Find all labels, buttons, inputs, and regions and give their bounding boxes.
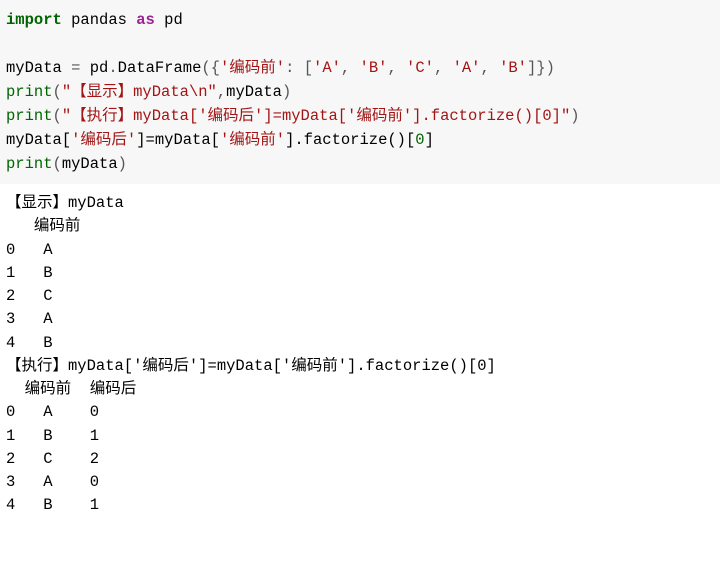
var-arg: myData — [62, 155, 118, 173]
index-zero: 0 — [415, 131, 424, 149]
assignment-lhs: myData[ — [6, 131, 71, 149]
output-line: 0 A — [6, 241, 53, 259]
dataframe-call: DataFrame — [118, 59, 202, 77]
paren-open: ( — [53, 83, 62, 101]
output-line: 4 B — [6, 334, 53, 352]
output-line: 2 C — [6, 287, 53, 305]
comma: , — [341, 59, 360, 77]
close-brace: ]}) — [527, 59, 555, 77]
print-call: print — [6, 107, 53, 125]
list-item: 'B' — [499, 59, 527, 77]
paren-close: ) — [282, 83, 291, 101]
factorize-call: ].factorize()[ — [285, 131, 415, 149]
output-line: 3 A — [6, 310, 53, 328]
key-str: '编码后' — [71, 131, 136, 149]
output-line: 4 B 1 — [6, 496, 99, 514]
list-item: 'A' — [313, 59, 341, 77]
dict-key: '编码前' — [220, 59, 285, 77]
output-line: 3 A 0 — [6, 473, 99, 491]
comma: , — [434, 59, 453, 77]
output-line: 编码前 编码后 — [6, 380, 136, 398]
output-cell: 【显示】myData 编码前 0 A 1 B 2 C 3 A 4 B 【执行】m… — [0, 184, 720, 530]
keyword-import: import — [6, 11, 62, 29]
comma: , — [217, 83, 226, 101]
code-cell: import pandas as pd myData = pd.DataFram… — [0, 0, 720, 184]
string-arg: "【执行】myData['编码后']=myData['编码前'].factori… — [62, 107, 570, 125]
var-mydata: myData — [6, 59, 62, 77]
string-arg: "【显示】myData\n" — [62, 83, 217, 101]
assignment-mid: ]=myData[ — [136, 131, 220, 149]
output-line: 【执行】myData['编码后']=myData['编码前'].factoriz… — [6, 357, 496, 375]
module-name: pandas — [71, 11, 127, 29]
output-line: 2 C 2 — [6, 450, 99, 468]
output-line: 1 B 1 — [6, 427, 99, 445]
open-brace: ({ — [201, 59, 220, 77]
output-line: 编码前 — [6, 217, 80, 235]
print-call: print — [6, 83, 53, 101]
paren-open: ( — [53, 155, 62, 173]
list-item: 'B' — [360, 59, 388, 77]
output-line: 0 A 0 — [6, 403, 99, 421]
dot-op: . — [108, 59, 117, 77]
paren-close: ) — [570, 107, 579, 125]
comma: , — [387, 59, 406, 77]
colon: : [ — [285, 59, 313, 77]
paren-open: ( — [53, 107, 62, 125]
paren-close: ) — [118, 155, 127, 173]
key-str: '编码前' — [220, 131, 285, 149]
list-item: 'C' — [406, 59, 434, 77]
output-line: 1 B — [6, 264, 53, 282]
keyword-as: as — [136, 11, 155, 29]
output-line: 【显示】myData — [6, 194, 124, 212]
alias-name: pd — [164, 11, 183, 29]
pd-ref: pd — [90, 59, 109, 77]
bracket-close: ] — [425, 131, 434, 149]
comma: , — [480, 59, 499, 77]
list-item: 'A' — [453, 59, 481, 77]
equals-op: = — [71, 59, 80, 77]
var-arg: myData — [226, 83, 282, 101]
print-call: print — [6, 155, 53, 173]
